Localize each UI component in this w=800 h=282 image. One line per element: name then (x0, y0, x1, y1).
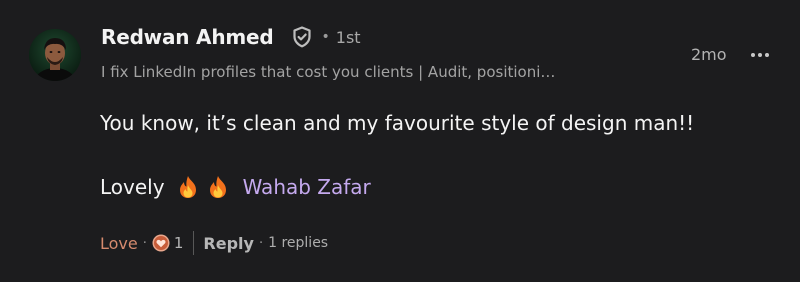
ellipsis-icon (751, 53, 769, 57)
verified-shield-icon (290, 25, 314, 49)
love-reaction-button[interactable]: Love (100, 234, 138, 253)
connection-degree: 1st (335, 27, 361, 47)
comment-card: Redwan Ahmed • 1st I fix LinkedIn profil… (0, 0, 800, 282)
reply-separator: · (258, 235, 264, 251)
fire-emoji-icon (207, 175, 229, 199)
reply-button[interactable]: Reply (203, 234, 254, 253)
timestamp: 2mo (691, 45, 727, 64)
mention-link[interactable]: Wahab Zafar (243, 175, 371, 199)
fire-emoji-icon (177, 175, 199, 199)
reaction-count[interactable]: 1 (174, 234, 184, 252)
author-line: Redwan Ahmed • 1st (101, 25, 361, 49)
actions-divider (193, 231, 195, 255)
avatar-photo (29, 29, 81, 81)
heart-reaction-icon[interactable] (152, 234, 170, 252)
author-name[interactable]: Redwan Ahmed (101, 25, 274, 49)
more-options-button[interactable] (748, 44, 772, 66)
comment-text-line-2: Lovely Wahab Zafar (100, 175, 371, 199)
degree-separator: • (321, 29, 330, 45)
author-headline: I fix LinkedIn profiles that cost you cl… (101, 63, 556, 81)
comment-text-lovely: Lovely (100, 175, 165, 199)
action-separator: · (142, 235, 147, 251)
replies-count-link[interactable]: 1 replies (268, 235, 328, 251)
comment-text-line-1: You know, it’s clean and my favourite st… (100, 111, 695, 135)
avatar[interactable] (29, 29, 81, 81)
comment-actions: Love · 1 Reply · 1 replies (100, 230, 328, 256)
